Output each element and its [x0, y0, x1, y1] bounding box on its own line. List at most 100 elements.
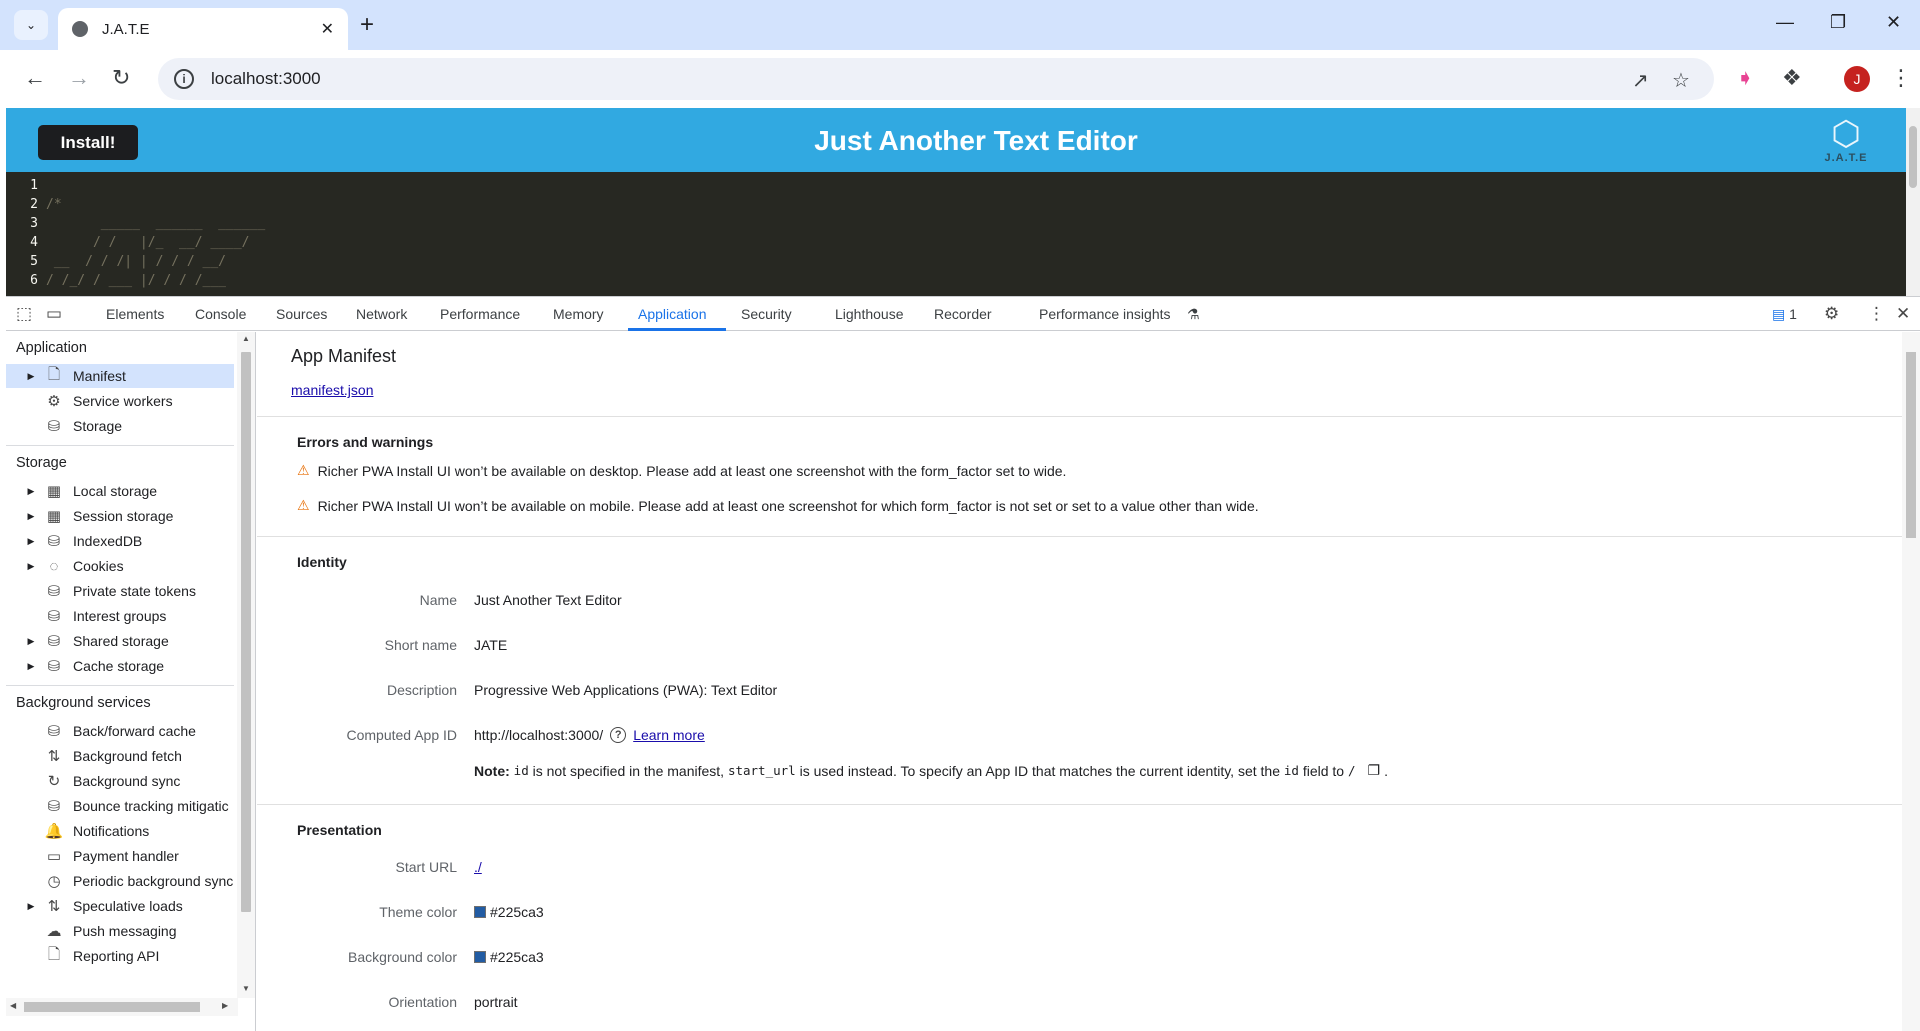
site-info-icon[interactable]: i [174, 69, 194, 89]
code-editor[interactable]: 1 2/* 3 _____ ______ ______ 4 / / |/_ __/ _… [6, 172, 1906, 296]
sidebar-item-push-messaging[interactable]: ☁ Push messaging [6, 919, 234, 943]
sidebar-section-title: Application [16, 340, 87, 356]
settings-gear-icon[interactable]: ⚙ [1824, 304, 1839, 324]
learn-more-link[interactable]: Learn more [633, 727, 705, 743]
tab-network[interactable]: Network [356, 306, 407, 322]
close-devtools-icon[interactable]: ✕ [1896, 304, 1910, 324]
main-vertical-scrollbar[interactable] [1902, 332, 1920, 1031]
code-text: /* [46, 197, 62, 212]
tab-performance[interactable]: Performance [440, 306, 520, 322]
expand-arrow-icon[interactable]: ▶ [24, 511, 38, 522]
sidebar-item-cookies[interactable]: ▶ ◌ Cookies [6, 554, 234, 578]
sidebar-item-payment-handler[interactable]: ▭ Payment handler [6, 844, 234, 868]
sidebar-item-service-workers[interactable]: ⚙ Service workers [6, 389, 234, 413]
close-tab-icon[interactable]: ✕ [321, 19, 334, 39]
minimize-icon[interactable]: — [1776, 12, 1794, 33]
open-in-app-icon[interactable]: ↗ [1632, 68, 1649, 93]
sidebar-item-periodic-background-sync[interactable]: ◷ Periodic background sync [6, 869, 234, 893]
close-window-icon[interactable]: ✕ [1886, 12, 1901, 33]
sidebar-item-reporting-api[interactable]: 🗋 Reporting API [6, 944, 234, 968]
tab-memory[interactable]: Memory [553, 306, 604, 322]
message-icon: ▤ [1772, 306, 1786, 322]
expand-arrow-icon[interactable]: ▶ [24, 901, 38, 912]
sidebar-item-manifest[interactable]: ▶ 🗋 Manifest [6, 364, 234, 388]
warning-row: ⚠ Richer PWA Install UI won’t be availab… [297, 462, 1066, 479]
sidebar-item-background-sync[interactable]: ↻ Background sync [6, 769, 234, 793]
puzzle-icon[interactable]: ❖ [1782, 64, 1802, 92]
expand-arrow-icon[interactable]: ▶ [24, 561, 38, 572]
sidebar-item-bounce-tracking-mitigatic[interactable]: ⛁ Bounce tracking mitigatic [6, 794, 234, 818]
sidebar-item-shared-storage[interactable]: ▶ ⛁ Shared storage [6, 629, 234, 653]
app-header: Install! Just Another Text Editor ⬡ J.A.… [6, 108, 1906, 172]
sidebar-item-notifications[interactable]: 🔔 Notifications [6, 819, 234, 843]
manifest-json-link[interactable]: manifest.json [291, 382, 373, 398]
theme-color-value: #225ca3 [490, 904, 544, 920]
reload-icon[interactable]: ↻ [112, 64, 130, 92]
profile-avatar[interactable]: J [1844, 66, 1870, 92]
sidebar-item-private-state-tokens[interactable]: ⛁ Private state tokens [6, 579, 234, 603]
expand-arrow-icon[interactable]: ▶ [24, 661, 38, 672]
tab-recorder[interactable]: Recorder [934, 306, 992, 322]
devtools-menu-icon[interactable]: ⋮ [1868, 304, 1885, 324]
warning-icon: ⚠ [297, 497, 310, 513]
issues-badge[interactable]: ▤ 1 [1772, 306, 1797, 323]
bell-icon: 🔔 [44, 823, 64, 840]
tab-application[interactable]: Application [638, 306, 707, 322]
tab-strip: ⌄ J.A.T.E ✕ + — ❐ ✕ [0, 0, 1920, 50]
code-line: 4 / / |/_ __/ ____/ [6, 235, 249, 254]
orientation-value: portrait [474, 994, 518, 1010]
sidebar-item-background-fetch[interactable]: ⇅ Background fetch [6, 744, 234, 768]
sidebar-item-storage[interactable]: ⛁ Storage [6, 414, 234, 438]
sidebar-horizontal-scrollbar[interactable]: ◀ ▶ [6, 998, 238, 1016]
address-bar[interactable]: i localhost:3000 ↗ ☆ [158, 58, 1714, 100]
short-name-label: Short name [384, 637, 457, 653]
sidebar-item-session-storage[interactable]: ▶ ▦ Session storage [6, 504, 234, 528]
tab-search-button[interactable]: ⌄ [14, 10, 48, 40]
help-icon[interactable]: ? [610, 727, 627, 743]
tab-sources[interactable]: Sources [276, 306, 327, 322]
app-logo: ⬡ J.A.T.E [1818, 116, 1874, 172]
browser-tab[interactable]: J.A.T.E ✕ [58, 8, 348, 50]
sidebar-vertical-scrollbar[interactable]: ▲ ▼ [237, 332, 255, 998]
background-color-swatch[interactable] [474, 951, 486, 963]
sidebar-item-cache-storage[interactable]: ▶ ⛁ Cache storage [6, 654, 234, 678]
new-tab-button[interactable]: + [360, 12, 374, 38]
sidebar-item-speculative-loads[interactable]: ▶ ⇅ Speculative loads [6, 894, 234, 918]
theme-color-swatch[interactable] [474, 906, 486, 918]
tab-security[interactable]: Security [741, 306, 792, 322]
code-line: 6 / /_/ / ___ |/ / / /___ [6, 273, 226, 292]
sidebar-item-label: Cookies [73, 558, 124, 574]
more-menu-icon[interactable]: ⋮ [1890, 64, 1912, 92]
note-text: field to [1298, 762, 1348, 779]
tab-performance-insights[interactable]: Performance insights [1039, 306, 1171, 322]
copy-icon[interactable]: ❐ [1368, 762, 1381, 779]
page-scrollbar[interactable] [1906, 108, 1920, 296]
expand-arrow-icon[interactable]: ▶ [24, 486, 38, 497]
extension-icon[interactable]: ➧ [1736, 64, 1754, 92]
expand-arrow-icon[interactable]: ▶ [24, 536, 38, 547]
expand-arrow-icon[interactable]: ▶ [24, 371, 38, 382]
database-icon: ⛁ [47, 533, 61, 550]
sidebar-item-back-forward-cache[interactable]: ⛁ Back/forward cache [6, 719, 234, 743]
forward-icon[interactable]: → [68, 64, 90, 92]
tab-title: J.A.T.E [102, 20, 150, 38]
file-icon: 🗋 [47, 365, 61, 383]
note-end: . [1384, 762, 1388, 779]
tab-lighthouse[interactable]: Lighthouse [835, 306, 904, 322]
back-icon[interactable]: ← [24, 64, 46, 92]
inspect-element-icon[interactable]: ⬚ [16, 304, 32, 324]
expand-arrow-icon[interactable]: ▶ [24, 636, 38, 647]
sidebar-item-interest-groups[interactable]: ⛁ Interest groups [6, 604, 234, 628]
tab-elements[interactable]: Elements [106, 306, 164, 322]
sidebar-item-indexeddb[interactable]: ▶ ⛁ IndexedDB [6, 529, 234, 553]
sidebar-item-label: IndexedDB [73, 533, 143, 549]
name-value: Just Another Text Editor [474, 592, 622, 608]
bookmark-star-icon[interactable]: ☆ [1672, 68, 1690, 93]
app-id-row: http://localhost:3000/ ? Learn more [474, 727, 705, 743]
sidebar-item-local-storage[interactable]: ▶ ▦ Local storage [6, 479, 234, 503]
start-url-link[interactable]: ./ [474, 859, 482, 875]
line-number: 6 [30, 273, 38, 288]
restore-icon[interactable]: ❐ [1830, 12, 1846, 33]
tab-console[interactable]: Console [195, 306, 246, 322]
device-toolbar-icon[interactable]: ▭ [46, 304, 62, 324]
